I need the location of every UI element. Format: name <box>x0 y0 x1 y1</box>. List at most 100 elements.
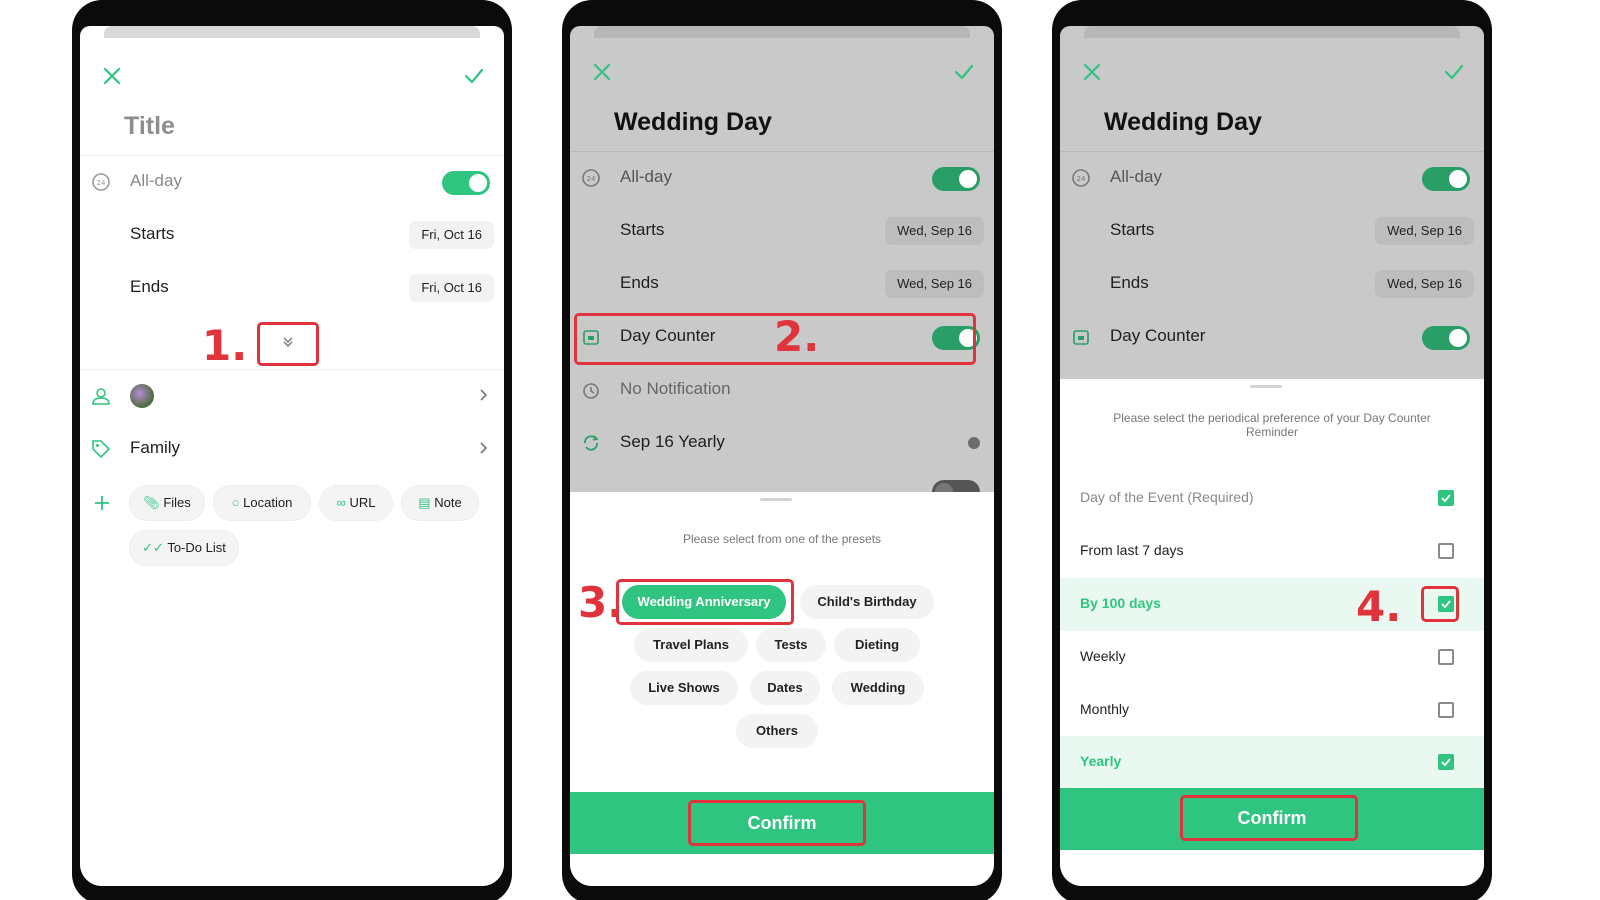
event-editor-card: Wedding Day 24 All-day Starts Wed, Sep 1… <box>570 38 994 886</box>
event-title[interactable]: Wedding Day <box>1104 108 1262 137</box>
ends-row[interactable]: Ends Fri, Oct 16 <box>80 262 504 315</box>
option-label: Weekly <box>1080 648 1126 664</box>
note-icon: ▤ <box>418 495 431 510</box>
option-checkbox[interactable] <box>1438 649 1454 665</box>
checkmark-icon <box>1441 758 1451 767</box>
periodical-sheet: Please select the periodical preference … <box>1060 379 1484 886</box>
allday-toggle[interactable] <box>1422 167 1470 191</box>
option-label: Day of the Event (Required) <box>1080 489 1254 505</box>
checkmark-icon[interactable] <box>1440 58 1468 86</box>
chevron-right-icon <box>480 389 488 401</box>
starts-label: Starts <box>620 220 665 239</box>
ends-row[interactable]: Ends Wed, Sep 16 <box>1060 258 1484 311</box>
preset-tests[interactable]: Tests <box>756 628 826 662</box>
option-yearly[interactable]: Yearly <box>1060 736 1484 789</box>
notification-row[interactable]: No Notification <box>570 364 994 417</box>
allday-row: 24 All-day <box>570 152 994 205</box>
event-editor-card: Wedding Day 24 All-day Starts Wed, Sep 1… <box>1060 38 1484 886</box>
annotation-step-3: 3. <box>578 578 624 627</box>
notification-label: No Notification <box>620 379 731 398</box>
event-title[interactable]: Wedding Day <box>614 108 772 137</box>
paperclip-icon: 📎︎ <box>143 495 160 510</box>
ends-date-chip[interactable]: Wed, Sep 16 <box>1375 270 1474 298</box>
option-weekly[interactable]: Weekly <box>1060 631 1484 684</box>
preset-travel-plans[interactable]: Travel Plans <box>634 628 748 662</box>
alarm-clock-icon <box>583 383 599 399</box>
location-pin-icon: ○ <box>231 495 240 510</box>
ends-date-chip[interactable]: Fri, Oct 16 <box>409 274 494 302</box>
close-icon[interactable] <box>1078 58 1106 86</box>
plus-icon[interactable] <box>94 495 110 511</box>
close-icon[interactable] <box>98 62 126 90</box>
preset-others[interactable]: Others <box>736 714 818 748</box>
url-button[interactable]: ∞ URL <box>319 485 393 521</box>
svg-text:24: 24 <box>1077 175 1086 183</box>
option-label: From last 7 days <box>1080 542 1184 558</box>
allday-toggle[interactable] <box>442 171 490 195</box>
option-checkbox[interactable] <box>1438 543 1454 559</box>
title-input[interactable]: Title <box>124 112 175 141</box>
note-button[interactable]: ▤ Note <box>401 485 479 521</box>
ends-label: Ends <box>130 277 169 296</box>
24h-icon: 24 <box>92 173 110 191</box>
allday-row: 24 All-day <box>80 156 504 209</box>
annotation-box-expand <box>257 322 319 366</box>
chevron-right-icon <box>480 442 488 454</box>
tag-icon <box>92 440 111 459</box>
option-label: Monthly <box>1080 701 1130 717</box>
repeat-row[interactable]: Sep 16 Yearly <box>570 417 994 470</box>
starts-date-chip[interactable]: Fri, Oct 16 <box>409 221 494 249</box>
url-label: URL <box>349 495 376 510</box>
phone-frame-1: Title 24 All-day Starts Fri, Oct 16 Ends… <box>72 0 512 900</box>
sheet-grip <box>760 498 792 501</box>
checkmark-icon <box>1441 494 1451 503</box>
annotation-box-checkbox <box>1421 586 1459 622</box>
clear-icon[interactable] <box>968 437 980 449</box>
files-button[interactable]: 📎︎ Files <box>129 485 205 521</box>
option-checkbox[interactable] <box>1438 754 1454 770</box>
preset-childs-birthday[interactable]: Child's Birthday <box>800 585 934 619</box>
todo-list-button[interactable]: ✓✓ To-Do List <box>129 530 239 566</box>
double-check-icon: ✓✓ <box>142 540 164 555</box>
option-last-7-days[interactable]: From last 7 days <box>1060 525 1484 578</box>
screen-3: Wedding Day 24 All-day Starts Wed, Sep 1… <box>1060 26 1484 886</box>
starts-row[interactable]: Starts Fri, Oct 16 <box>80 209 504 262</box>
day-counter-row[interactable]: Day Counter <box>1060 311 1484 364</box>
preset-dates[interactable]: Dates <box>750 671 820 705</box>
participants-row[interactable] <box>80 370 504 423</box>
tag-row[interactable]: Family <box>80 423 504 476</box>
checkmark-icon[interactable] <box>460 62 488 90</box>
screen-2: Wedding Day 24 All-day Starts Wed, Sep 1… <box>570 26 994 886</box>
ends-date-chip[interactable]: Wed, Sep 16 <box>885 270 984 298</box>
periodical-prompt: Please select the periodical preference … <box>1113 411 1431 439</box>
starts-row[interactable]: Starts Wed, Sep 16 <box>570 205 994 258</box>
allday-toggle[interactable] <box>932 167 980 191</box>
preset-live-shows[interactable]: Live Shows <box>630 671 738 705</box>
starts-row[interactable]: Starts Wed, Sep 16 <box>1060 205 1484 258</box>
checkmark-icon[interactable] <box>950 58 978 86</box>
starts-date-chip[interactable]: Wed, Sep 16 <box>1375 217 1474 245</box>
option-day-of-event[interactable]: Day of the Event (Required) <box>1060 472 1484 525</box>
annotation-step-1: 1. <box>202 321 248 370</box>
sheet-grip <box>1250 385 1282 388</box>
annotation-step-2: 2. <box>774 312 820 361</box>
location-button[interactable]: ○ Location <box>213 485 311 521</box>
ends-row[interactable]: Ends Wed, Sep 16 <box>570 258 994 311</box>
avatar <box>130 384 154 408</box>
ends-label: Ends <box>1110 273 1149 292</box>
preset-wedding[interactable]: Wedding <box>832 671 924 705</box>
starts-label: Starts <box>130 224 175 243</box>
starts-date-chip[interactable]: Wed, Sep 16 <box>885 217 984 245</box>
todo-list-label: To-Do List <box>167 540 226 555</box>
allday-row: 24 All-day <box>1060 152 1484 205</box>
screen-1: Title 24 All-day Starts Fri, Oct 16 Ends… <box>80 26 504 886</box>
phone-frame-2: Wedding Day 24 All-day Starts Wed, Sep 1… <box>562 0 1002 900</box>
option-checkbox[interactable] <box>1438 702 1454 718</box>
calendar-counter-icon <box>1073 330 1089 345</box>
option-monthly[interactable]: Monthly <box>1060 684 1484 737</box>
annotation-box-preset <box>616 579 794 625</box>
close-icon[interactable] <box>588 58 616 86</box>
preset-dieting[interactable]: Dieting <box>834 628 920 662</box>
option-checkbox[interactable] <box>1438 490 1454 506</box>
day-counter-toggle[interactable] <box>1422 326 1470 350</box>
